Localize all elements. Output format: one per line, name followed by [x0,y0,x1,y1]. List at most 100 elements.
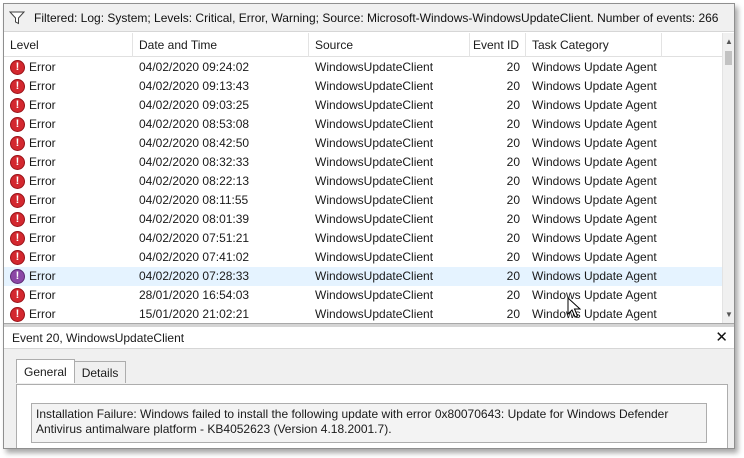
table-row[interactable]: ! Error 15/01/2020 21:02:21 WindowsUpdateCl… [4,305,722,323]
level-label: Error [29,79,56,93]
filter-description: Filtered: Log: System; Levels: Critical,… [34,10,719,25]
event-id-cell: 20 [506,231,520,245]
error-icon: ! [10,193,25,208]
source-cell: WindowsUpdateClient [315,231,434,245]
error-icon: ! [10,250,25,265]
source-cell: WindowsUpdateClient [315,288,434,302]
source-cell: WindowsUpdateClient [315,155,434,169]
event-viewer-window: Filtered: Log: System; Levels: Critical,… [3,3,735,449]
event-id-cell: 20 [506,307,520,321]
event-id-cell: 20 [506,136,520,150]
level-label: Error [29,136,56,150]
error-icon: ! [10,174,25,189]
table-row[interactable]: ! Error 04/02/2020 08:42:50 WindowsUpdateCl… [4,134,722,153]
table-row[interactable]: ! Error 04/02/2020 08:01:39 WindowsUpdateCl… [4,210,722,229]
date-cell: 04/02/2020 07:41:02 [139,250,250,264]
scroll-up-arrow-icon[interactable]: ▲ [725,37,733,46]
event-id-cell: 20 [506,117,520,131]
mouse-pointer-icon [567,297,581,318]
level-label: Error [29,60,56,74]
level-label: Error [29,117,56,131]
source-cell: WindowsUpdateClient [315,79,434,93]
error-icon: ! [10,98,25,113]
event-detail-header: Event 20, WindowsUpdateClient ✕ [4,327,734,349]
level-cell: ! Error [4,134,133,153]
source-cell: WindowsUpdateClient [315,117,434,131]
task-category-cell: Windows Update Agent [532,288,657,302]
task-category-cell: Windows Update Agent [532,269,657,283]
task-category-cell: Windows Update Agent [532,212,657,226]
table-row[interactable]: ! Error 28/01/2020 16:54:03 WindowsUpdateCl… [4,286,722,305]
task-category-cell: Windows Update Agent [532,250,657,264]
event-rows: ! Error 04/02/2020 09:24:02 WindowsUpdateCl… [4,58,722,323]
error-icon: ! [10,307,25,322]
scrollbar-thumb[interactable] [725,51,732,65]
date-cell: 04/02/2020 07:51:21 [139,231,250,245]
table-row[interactable]: ! Error 04/02/2020 08:32:33 WindowsUpdateCl… [4,153,722,172]
date-cell: 04/02/2020 08:42:50 [139,136,250,150]
level-label: Error [29,269,56,283]
table-row[interactable]: ! Error 04/02/2020 09:03:25 WindowsUpdateCl… [4,96,722,115]
error-icon: ! [10,269,25,284]
tab-general[interactable]: General [16,359,75,383]
column-header-task-category[interactable]: Task Category [526,33,662,57]
source-cell: WindowsUpdateClient [315,193,434,207]
date-cell: 04/02/2020 08:11:55 [139,193,249,207]
event-id-cell: 20 [506,79,520,93]
task-category-cell: Windows Update Agent [532,193,657,207]
event-list: Level Date and Time Source Event ID Task… [4,33,734,323]
table-row[interactable]: ! Error 04/02/2020 07:51:21 WindowsUpdateCl… [4,229,722,248]
level-label: Error [29,193,56,207]
level-cell: ! Error [4,77,133,96]
column-header-date[interactable]: Date and Time [133,33,309,57]
source-cell: WindowsUpdateClient [315,174,434,188]
date-cell: 04/02/2020 09:13:43 [139,79,250,93]
table-row[interactable]: ! Error 04/02/2020 08:53:08 WindowsUpdateCl… [4,115,722,134]
table-row[interactable]: ! Error 04/02/2020 07:41:02 WindowsUpdateCl… [4,248,722,267]
source-cell: WindowsUpdateClient [315,212,434,226]
event-id-cell: 20 [506,269,520,283]
task-category-cell: Windows Update Agent [532,117,657,131]
table-row[interactable]: ! Error 04/02/2020 08:22:13 WindowsUpdateCl… [4,172,722,191]
level-label: Error [29,212,56,226]
level-label: Error [29,98,56,112]
detail-tabs: General Details [16,359,127,383]
source-cell: WindowsUpdateClient [315,60,434,74]
source-cell: WindowsUpdateClient [315,136,434,150]
column-header-source[interactable]: Source [309,33,470,57]
vertical-scrollbar[interactable]: ▲ ▼ [722,33,734,323]
table-row[interactable]: ! Error 04/02/2020 09:24:02 WindowsUpdateCl… [4,58,722,77]
close-icon[interactable]: ✕ [715,330,728,345]
date-cell: 04/02/2020 09:03:25 [139,98,250,112]
level-cell: ! Error [4,115,133,134]
error-icon: ! [10,212,25,227]
event-list-header: Level Date and Time Source Event ID Task… [4,33,722,57]
level-cell: ! Error [4,153,133,172]
date-cell: 04/02/2020 08:53:08 [139,117,250,131]
table-row[interactable]: ! Error 04/02/2020 07:28:33 WindowsUpdateCl… [4,267,722,286]
error-icon: ! [10,155,25,170]
level-cell: ! Error [4,96,133,115]
event-message[interactable]: Installation Failure: Windows failed to … [31,403,707,443]
column-header-event-id[interactable]: Event ID [470,33,526,57]
level-cell: ! Error [4,229,133,248]
error-icon: ! [10,288,25,303]
event-id-cell: 20 [506,60,520,74]
task-category-cell: Windows Update Agent [532,136,657,150]
task-category-cell: Windows Update Agent [532,60,657,74]
table-row[interactable]: ! Error 04/02/2020 08:11:55 WindowsUpdateCl… [4,191,722,210]
error-icon: ! [10,231,25,246]
column-header-level[interactable]: Level [4,33,133,57]
general-tab-panel: Installation Failure: Windows failed to … [16,384,728,448]
task-category-cell: Windows Update Agent [532,98,657,112]
scroll-down-arrow-icon[interactable]: ▼ [725,310,733,319]
source-cell: WindowsUpdateClient [315,98,434,112]
tab-details[interactable]: Details [73,361,127,383]
level-label: Error [29,250,56,264]
date-cell: 15/01/2020 21:02:21 [139,307,250,321]
event-id-cell: 20 [506,174,520,188]
funnel-filter-icon[interactable] [4,4,30,32]
level-label: Error [29,231,56,245]
table-row[interactable]: ! Error 04/02/2020 09:13:43 WindowsUpdateCl… [4,77,722,96]
date-cell: 04/02/2020 07:28:33 [139,269,250,283]
